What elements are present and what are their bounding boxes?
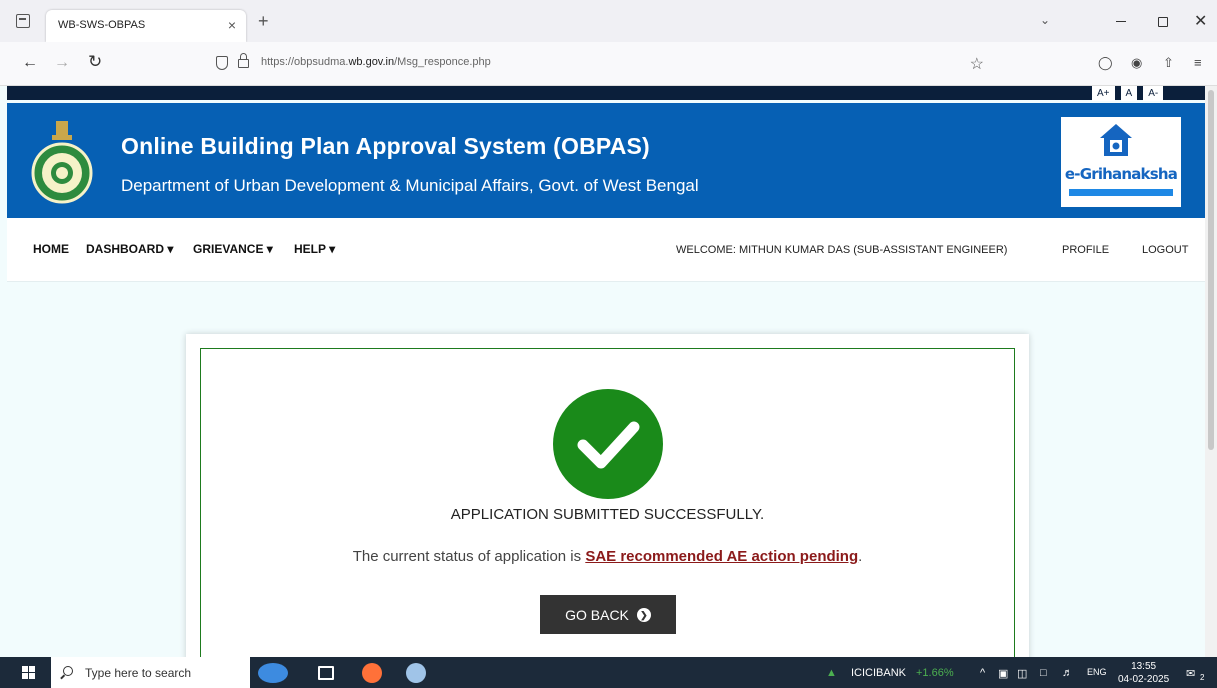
extensions-icon[interactable]: ⇧ <box>1163 55 1174 71</box>
page-scrollbar[interactable] <box>1205 86 1217 657</box>
taskbar-clock[interactable]: 13:55 04-02-2025 <box>1118 660 1169 686</box>
account-icon[interactable]: ◉ <box>1131 55 1142 71</box>
browser-tab[interactable]: WB-SWS-OBPAS × <box>46 10 246 42</box>
browser-tab-strip: WB-SWS-OBPAS × + ⌄ ✕ <box>0 0 1217 42</box>
language-indicator[interactable]: ENG <box>1087 667 1107 677</box>
success-check-icon <box>553 389 663 499</box>
lock-icon[interactable] <box>238 53 249 68</box>
search-placeholder: Type here to search <box>85 666 192 680</box>
header-banner: Online Building Plan Approval System (OB… <box>7 103 1205 218</box>
logo-tagline-bar <box>1069 189 1173 196</box>
status-suffix: . <box>858 548 863 565</box>
stock-change[interactable]: +1.66% <box>916 667 954 679</box>
menu-help[interactable]: HELP ▾ <box>294 242 335 256</box>
restore-icon[interactable] <box>1158 17 1168 27</box>
notification-icon[interactable]: ✉ <box>1186 667 1195 680</box>
main-menu: HOME DASHBOARD ▾ GRIEVANCE ▾ HELP ▾ WELC… <box>7 218 1205 282</box>
state-emblem-icon <box>31 121 93 204</box>
result-card-border: APPLICATION SUBMITTED SUCCESSFULLY. The … <box>200 348 1015 657</box>
speaker-icon[interactable]: ♬ <box>1062 667 1073 679</box>
house-icon <box>1100 124 1132 156</box>
menu-home[interactable]: HOME <box>33 242 69 256</box>
menu-dashboard[interactable]: DASHBOARD ▾ <box>86 242 173 256</box>
stock-trend-icon: ▲ <box>826 667 837 679</box>
back-arrow-icon[interactable]: ← <box>22 54 38 72</box>
tray-chevron-up-icon[interactable]: ^ <box>980 667 985 679</box>
pocket-icon[interactable]: ◯ <box>1098 55 1113 71</box>
arrow-right-circle-icon: ❯ <box>636 607 651 622</box>
success-message: APPLICATION SUBMITTED SUCCESSFULLY. <box>450 506 765 523</box>
meet-icon[interactable]: ▣ <box>998 667 1008 680</box>
logout-link[interactable]: LOGOUT <box>1142 244 1188 256</box>
e-grihanaksha-logo[interactable]: e-Grihanaksha <box>1061 117 1181 207</box>
forward-arrow-icon[interactable]: → <box>54 54 70 72</box>
clock-time: 13:55 <box>1131 661 1157 672</box>
tab-title: WB-SWS-OBPAS <box>58 19 146 31</box>
scrollbar-thumb[interactable] <box>1208 90 1214 450</box>
page-content: A+ A A- Online Building Plan Approval Sy… <box>0 86 1205 657</box>
search-icon <box>63 666 73 676</box>
minimize-icon[interactable] <box>1116 21 1126 22</box>
top-strip <box>7 86 1205 100</box>
status-prefix: The current status of application is <box>352 548 586 565</box>
url-text[interactable]: https://obpsudma.wb.gov.in/Msg_responce.… <box>261 56 491 68</box>
profile-link[interactable]: PROFILE <box>1062 244 1109 256</box>
welcome-text: WELCOME: MITHUN KUMAR DAS (SUB-ASSISTANT… <box>676 244 1008 256</box>
taskbar: Type here to search ▲ ICICIBANK +1.66% ^… <box>0 657 1217 688</box>
menu-grievance[interactable]: GRIEVANCE ▾ <box>193 242 273 256</box>
result-card: APPLICATION SUBMITTED SUCCESSFULLY. The … <box>186 334 1029 657</box>
tab-list-icon[interactable] <box>16 14 30 28</box>
font-decrease-button[interactable]: A- <box>1143 86 1164 101</box>
firefox-icon[interactable] <box>362 663 382 683</box>
go-back-button[interactable]: GO BACK ❯ <box>540 595 676 634</box>
windows-start-icon[interactable] <box>22 666 36 680</box>
font-normal-button[interactable]: A <box>1120 86 1138 101</box>
address-bar[interactable]: https://obpsudma.wb.gov.in/Msg_responce.… <box>206 50 996 78</box>
shield-icon[interactable] <box>216 56 228 70</box>
clock-date: 04-02-2025 <box>1118 674 1170 685</box>
chevron-down-icon[interactable]: ⌄ <box>1040 13 1050 27</box>
weather-icon[interactable] <box>258 663 288 683</box>
taskbar-search[interactable]: Type here to search <box>51 657 250 688</box>
page-title: Online Building Plan Approval System (OB… <box>121 133 650 159</box>
new-tab-button[interactable]: + <box>258 12 269 30</box>
browser-toolbar: ← → ↻ https://obpsudma.wb.gov.in/Msg_res… <box>0 42 1217 86</box>
task-view-icon[interactable] <box>318 666 334 680</box>
font-increase-button[interactable]: A+ <box>1092 86 1115 101</box>
page-subtitle: Department of Urban Development & Munici… <box>121 176 699 195</box>
logo-text: e-Grihanaksha <box>1064 165 1178 183</box>
status-value: SAE recommended AE action pending <box>585 548 859 565</box>
window-close-icon[interactable]: ✕ <box>1194 11 1207 31</box>
bookmark-star-icon[interactable]: ☆ <box>970 54 984 74</box>
font-size-controls: A+ A A- <box>1092 86 1164 101</box>
menu-icon[interactable]: ≡ <box>1194 55 1202 70</box>
tab-close-icon[interactable]: × <box>228 17 236 33</box>
notification-count: 2 <box>1200 673 1205 682</box>
wifi-icon[interactable]: ◫ <box>1017 667 1027 680</box>
stock-name[interactable]: ICICIBANK <box>851 667 906 679</box>
network-icon[interactable]: □ <box>1040 667 1047 679</box>
paint-icon[interactable] <box>406 663 426 683</box>
reload-icon[interactable]: ↻ <box>88 52 102 72</box>
go-back-label: GO BACK <box>565 606 629 623</box>
status-line: The current status of application is SAE… <box>201 548 1014 565</box>
